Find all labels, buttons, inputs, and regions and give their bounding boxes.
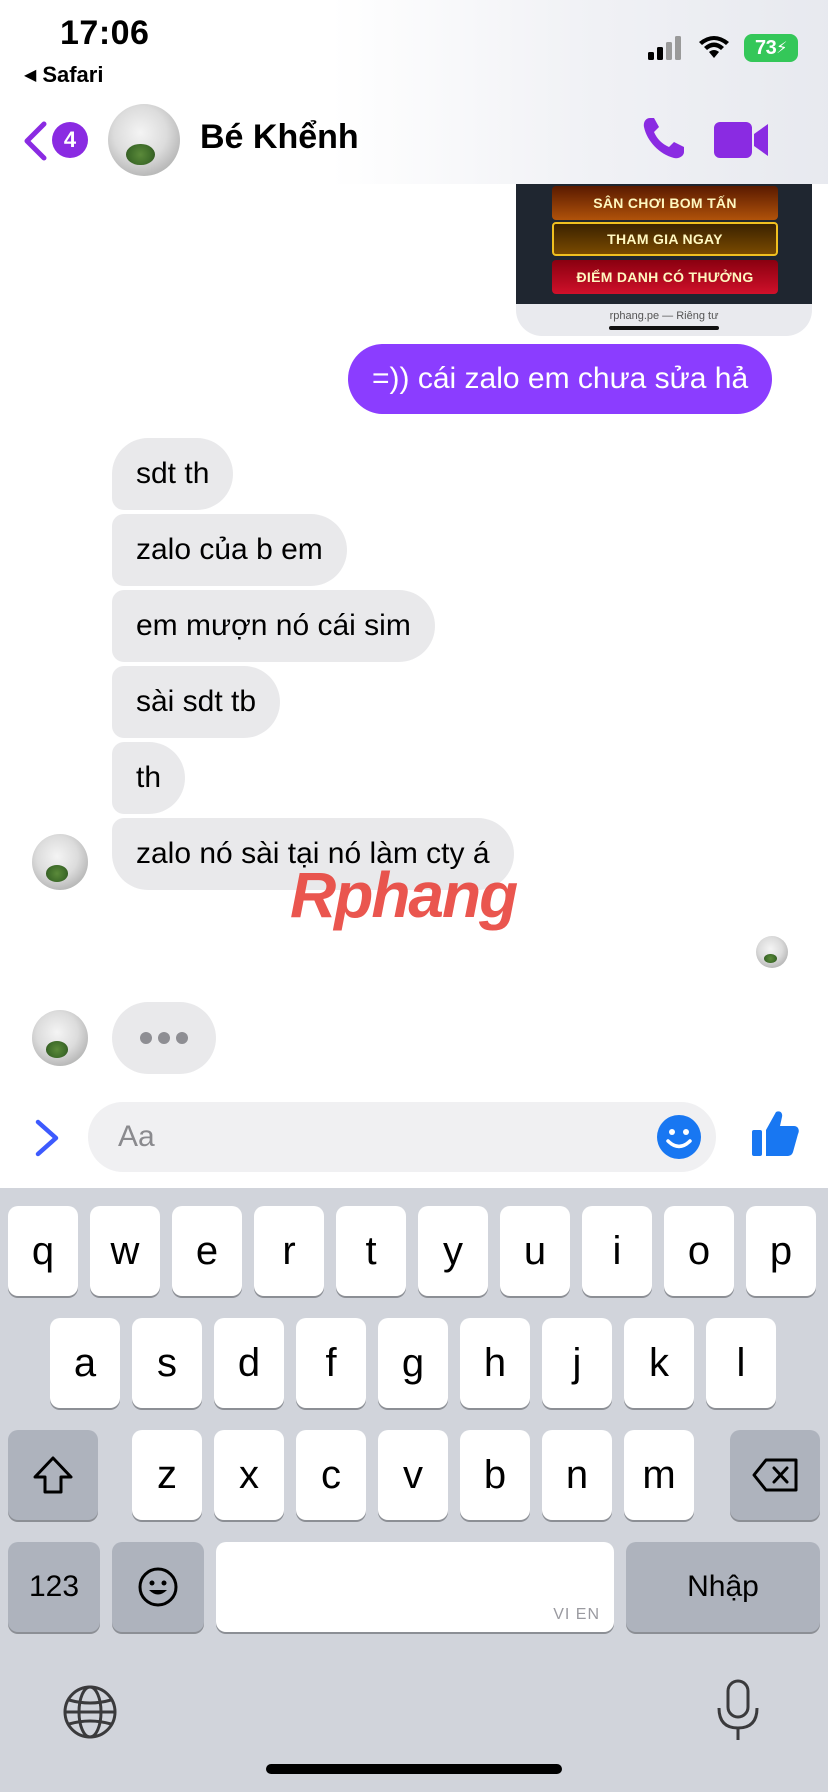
cellular-signal-icon (648, 36, 681, 60)
key-a[interactable]: a (50, 1318, 120, 1408)
incoming-message[interactable]: em mượn nó cái sim (112, 590, 435, 662)
battery-level: 73 (755, 36, 777, 59)
incoming-message[interactable]: zalo của b em (112, 514, 347, 586)
image-url-bar: rphang.pe — Riêng tư (516, 304, 812, 336)
image-banner: SÂN CHƠI BOM TẤN (552, 186, 778, 220)
typing-dot (140, 1032, 152, 1044)
watermark-red: Rphang (290, 859, 518, 931)
return-key[interactable]: Nhập (626, 1542, 820, 1632)
watermark-logo: Rphang (290, 858, 518, 932)
image-home-indicator (609, 326, 719, 330)
key-v[interactable]: v (378, 1430, 448, 1520)
key-m[interactable]: m (624, 1430, 694, 1520)
typing-indicator (112, 1002, 216, 1074)
unread-count-badge: 4 (52, 122, 88, 158)
key-k[interactable]: k (624, 1318, 694, 1408)
typing-sender-avatar (32, 1010, 88, 1066)
status-indicators: 73 ⚡ (648, 34, 798, 62)
key-q[interactable]: q (8, 1206, 78, 1296)
image-banner: THAM GIA NGAY (552, 222, 778, 256)
key-l[interactable]: l (706, 1318, 776, 1408)
message-input-placeholder: Aa (118, 1120, 155, 1153)
message-input[interactable] (88, 1102, 716, 1172)
shared-image-message[interactable]: SÂN CHƠI BOM TẤN THAM GIA NGAY ĐIỂM DANH… (516, 184, 812, 336)
incoming-message[interactable]: sài sdt tb (112, 666, 281, 738)
key-o[interactable]: o (664, 1206, 734, 1296)
phone-call-icon[interactable] (640, 114, 688, 162)
key-d[interactable]: d (214, 1318, 284, 1408)
expand-actions-icon[interactable] (30, 1116, 64, 1160)
key-f[interactable]: f (296, 1318, 366, 1408)
image-banner: ĐIỂM DANH CÓ THƯỞNG (552, 260, 778, 294)
home-indicator (266, 1764, 562, 1774)
back-triangle-icon: ◀ (24, 67, 37, 84)
shared-image-content: SÂN CHƠI BOM TẤN THAM GIA NGAY ĐIỂM DANH… (516, 184, 812, 304)
thumbs-up-icon[interactable] (750, 1108, 800, 1160)
typing-dot (176, 1032, 188, 1044)
charging-bolt-icon: ⚡ (776, 40, 787, 57)
battery-indicator: 73 ⚡ (744, 34, 798, 62)
key-u[interactable]: u (500, 1206, 570, 1296)
key-b[interactable]: b (460, 1430, 530, 1520)
seen-avatar (756, 936, 788, 968)
back-app-label: Safari (42, 62, 104, 87)
key-e[interactable]: e (172, 1206, 242, 1296)
key-j[interactable]: j (542, 1318, 612, 1408)
backspace-icon (752, 1458, 798, 1492)
emoji-icon[interactable] (656, 1114, 702, 1160)
key-w[interactable]: w (90, 1206, 160, 1296)
sender-avatar[interactable] (32, 834, 88, 890)
wifi-icon (699, 36, 729, 58)
status-time: 17:06 (60, 14, 150, 52)
contact-avatar[interactable] (108, 104, 180, 176)
shift-arrow-icon (33, 1456, 73, 1494)
key-i[interactable]: i (582, 1206, 652, 1296)
key-x[interactable]: x (214, 1430, 284, 1520)
numbers-key[interactable]: 123 (8, 1542, 100, 1632)
incoming-message[interactable]: sdt th (112, 438, 234, 510)
globe-icon[interactable] (62, 1684, 118, 1740)
key-z[interactable]: z (132, 1430, 202, 1520)
back-to-app[interactable]: ◀ Safari (24, 62, 103, 88)
key-n[interactable]: n (542, 1430, 612, 1520)
outgoing-message[interactable]: =)) cái zalo em chưa sửa hả (348, 344, 773, 414)
key-c[interactable]: c (296, 1430, 366, 1520)
incoming-message[interactable]: th (112, 742, 186, 814)
typing-dot (158, 1032, 170, 1044)
space-key[interactable]: VI EN (216, 1542, 614, 1632)
key-p[interactable]: p (746, 1206, 816, 1296)
contact-name[interactable]: Bé Khểnh (200, 118, 359, 157)
emoji-keyboard-key[interactable] (112, 1542, 204, 1632)
image-url-text: rphang.pe — Riêng tư (609, 310, 719, 322)
language-hint: VI EN (553, 1606, 600, 1623)
keyboard: q w e r t y u i o p a s d f g h j k l z … (0, 1188, 828, 1792)
delete-key[interactable] (730, 1430, 820, 1520)
key-s[interactable]: s (132, 1318, 202, 1408)
key-y[interactable]: y (418, 1206, 488, 1296)
microphone-icon[interactable] (714, 1678, 762, 1744)
video-call-icon[interactable] (714, 118, 770, 162)
chevron-left-icon (24, 121, 47, 161)
shift-key[interactable] (8, 1430, 98, 1520)
key-r[interactable]: r (254, 1206, 324, 1296)
key-t[interactable]: t (336, 1206, 406, 1296)
key-g[interactable]: g (378, 1318, 448, 1408)
key-h[interactable]: h (460, 1318, 530, 1408)
emoji-face-icon (138, 1567, 178, 1607)
